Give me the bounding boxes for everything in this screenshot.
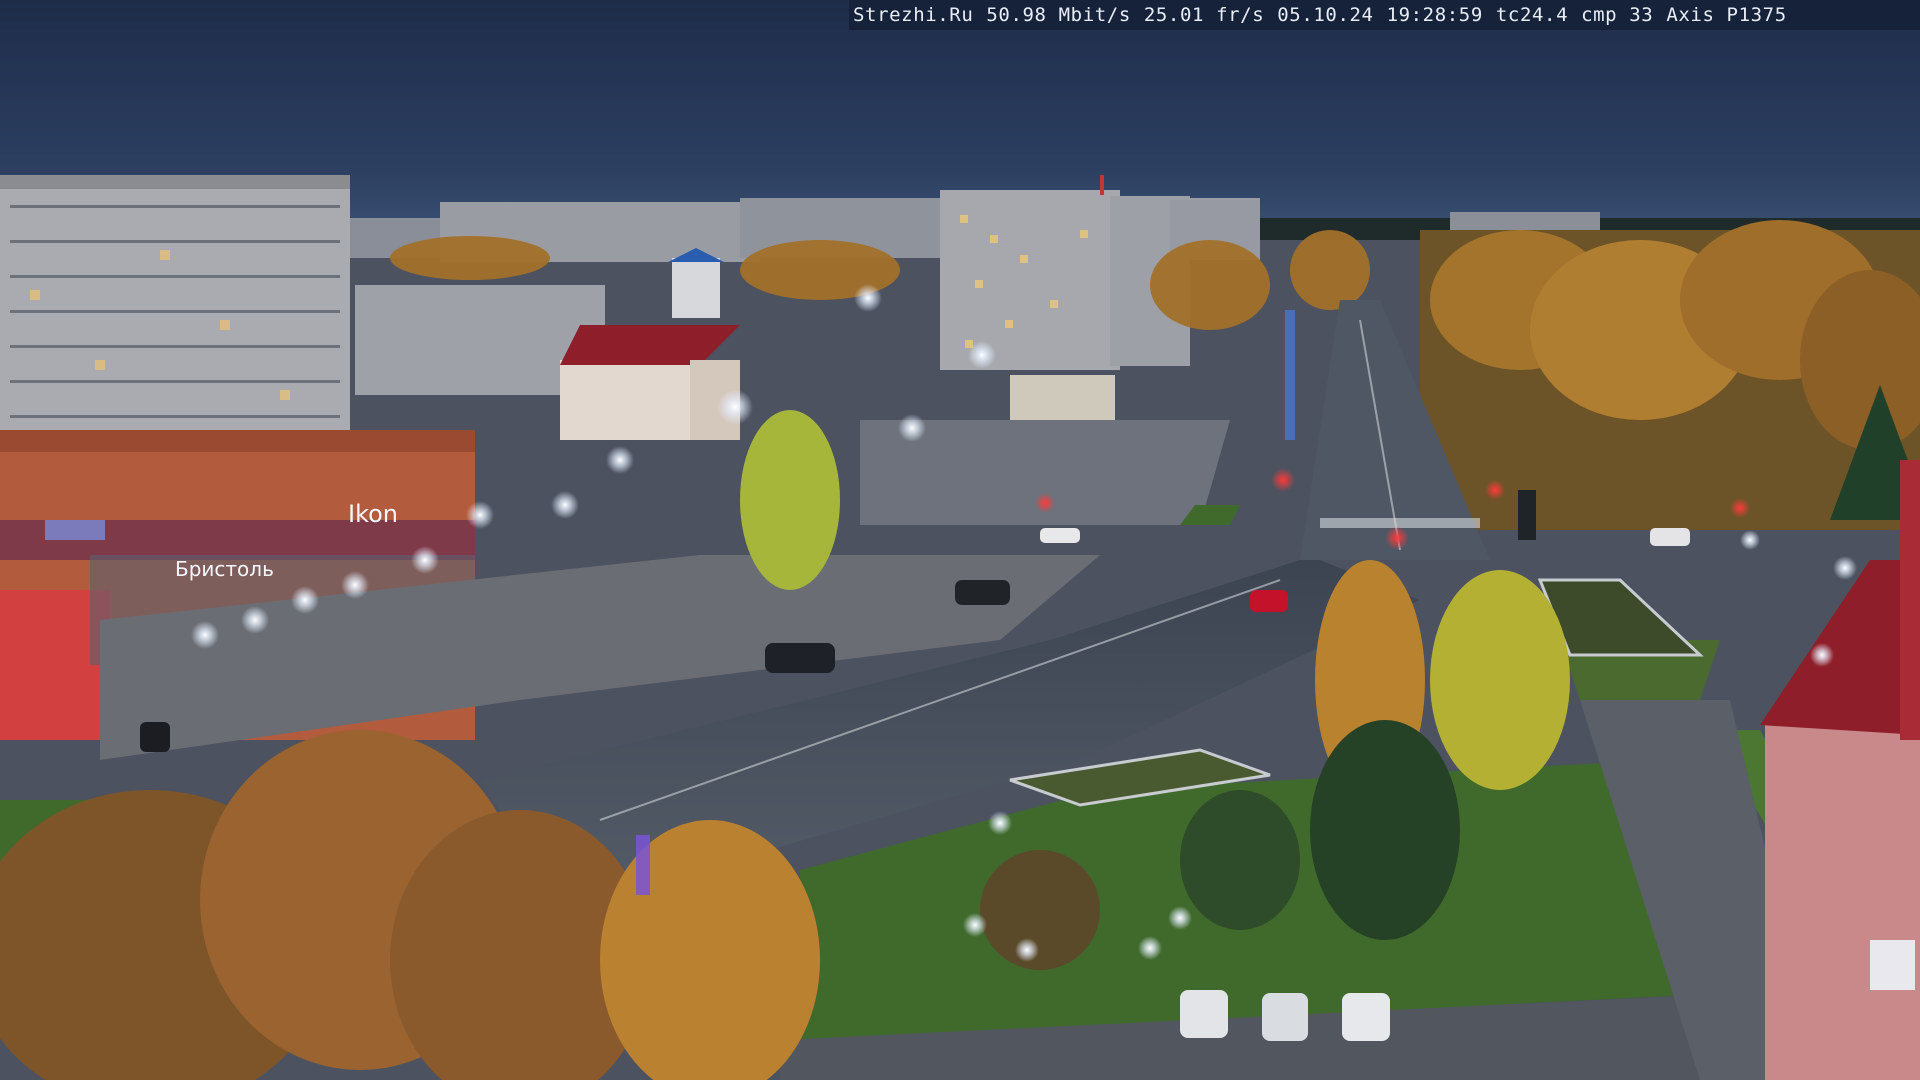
bitrate: 50.98 Mbit/s — [986, 4, 1131, 26]
shop-sign: Ikon — [348, 500, 398, 528]
camera-info-overlay: Strezhi.Ru 50.98 Mbit/s 25.01 fr/s 05.10.24… — [849, 0, 1920, 30]
small-pavilion — [1010, 375, 1115, 420]
date: 05.10.24 — [1277, 4, 1374, 26]
camera-model: Axis P1375 — [1666, 4, 1787, 26]
site-name: Strezhi.Ru — [853, 4, 974, 26]
cmp-value: cmp 33 — [1581, 4, 1654, 26]
framerate: 25.01 fr/s — [1143, 4, 1265, 26]
blue-roof-tower — [672, 258, 720, 318]
time: 19:28:59 — [1386, 4, 1483, 26]
store-sign: Бристоль — [175, 557, 274, 581]
tc-value: tc24.4 — [1495, 4, 1569, 26]
webcam-scene: Бристоль Ikon — [0, 0, 1920, 1080]
statue — [1518, 490, 1536, 540]
red-roof-house — [560, 325, 740, 440]
